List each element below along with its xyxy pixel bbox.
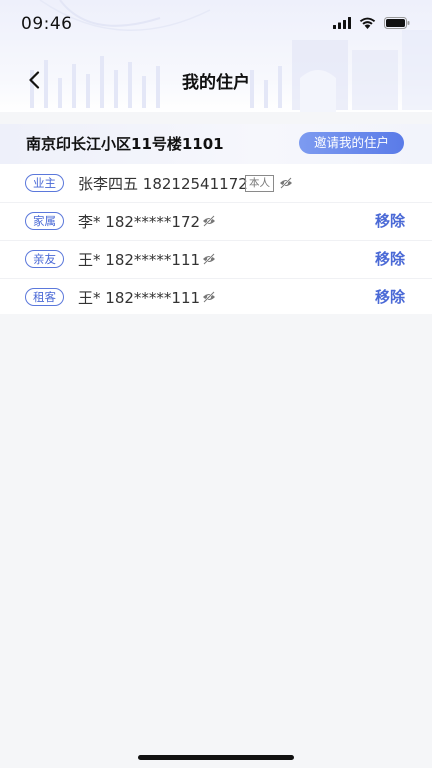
resident-phone: 182*****111: [105, 251, 201, 269]
role-tag: 租客: [25, 288, 64, 306]
signal-icon: [333, 17, 351, 29]
status-time: 09:46: [21, 14, 73, 34]
resident-phone: 182*****172: [105, 213, 201, 231]
resident-info: 张李四五 18212541172: [78, 173, 248, 194]
resident-info: 王* 182*****111: [78, 249, 200, 270]
navigation-bar: 我的住户: [0, 56, 432, 104]
residents-card: 南京印长江小区11号楼1101 邀请我的住户 业主 张李四五 182125411…: [0, 124, 432, 314]
self-badge: 本人: [245, 175, 274, 192]
role-tag: 亲友: [25, 250, 64, 268]
resident-name: 王*: [78, 289, 101, 307]
wifi-icon: [359, 17, 376, 29]
battery-icon: [384, 17, 410, 29]
address-row: 南京印长江小区11号楼1101 邀请我的住户: [0, 124, 432, 164]
resident-name: 张李四五: [78, 175, 139, 193]
resident-name: 王*: [78, 251, 101, 269]
resident-phone: 182*****111: [105, 289, 201, 307]
resident-row: 亲友 王* 182*****111 移除: [0, 240, 432, 279]
remove-button[interactable]: 移除: [375, 210, 405, 231]
resident-row: 家属 李* 182*****172 移除: [0, 202, 432, 241]
eye-off-icon[interactable]: [279, 177, 293, 189]
remove-button[interactable]: 移除: [375, 248, 405, 269]
eye-off-icon[interactable]: [202, 215, 216, 227]
address-label: 南京印长江小区11号楼1101: [26, 135, 224, 153]
page-title: 我的住户: [182, 73, 250, 93]
remove-button[interactable]: 移除: [375, 286, 405, 307]
invite-resident-button[interactable]: 邀请我的住户: [298, 132, 404, 154]
eye-off-icon[interactable]: [202, 291, 216, 303]
resident-info: 李* 182*****172: [78, 211, 200, 232]
resident-row: 业主 张李四五 18212541172 本人: [0, 164, 432, 203]
resident-info: 王* 182*****111: [78, 287, 200, 308]
eye-off-icon[interactable]: [202, 253, 216, 265]
home-indicator: [138, 755, 294, 760]
resident-row: 租客 王* 182*****111 移除: [0, 278, 432, 316]
status-icons: [333, 17, 410, 29]
resident-phone: 18212541172: [142, 175, 248, 193]
role-tag: 业主: [25, 174, 64, 192]
status-bar: 09:46: [0, 0, 432, 48]
role-tag: 家属: [25, 212, 64, 230]
resident-name: 李*: [78, 213, 101, 231]
